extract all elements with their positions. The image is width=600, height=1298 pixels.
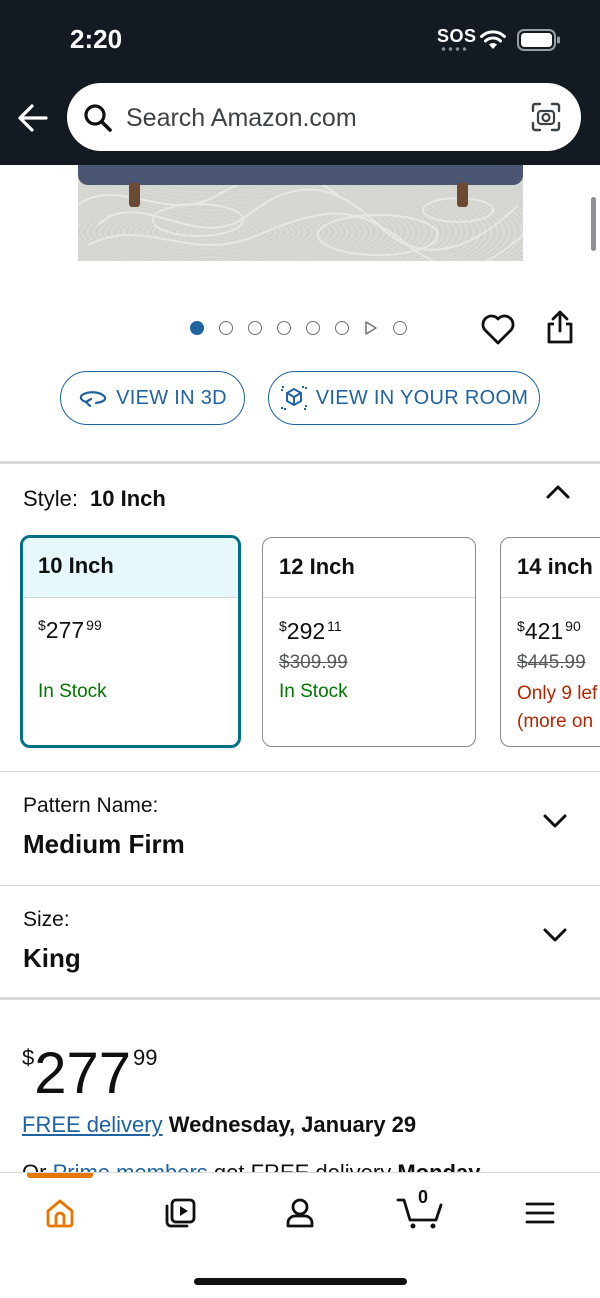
cart-count: 0	[418, 1187, 429, 1207]
ar-cube-icon	[280, 386, 307, 410]
style-label: Style:	[23, 486, 79, 511]
wifi-icon	[480, 30, 506, 49]
sofa-leg	[457, 183, 468, 207]
style-option-10-inch[interactable]: 10 Inch $277 99 In Stock	[20, 535, 241, 748]
style-option-name: 14 inch	[501, 538, 600, 598]
battery-icon	[517, 29, 560, 51]
chevron-down-icon[interactable]	[542, 813, 568, 829]
tab-account[interactable]	[270, 1191, 330, 1235]
heart-icon[interactable]	[480, 312, 516, 346]
style-option-name: 10 Inch	[23, 538, 238, 598]
view-in-3d-label: VIEW IN 3D	[116, 386, 227, 409]
pattern-label: Pattern Name:	[23, 794, 159, 817]
sofa-base	[78, 165, 523, 185]
style-selector-heading: Style: 10 Inch	[23, 486, 166, 512]
image-carousel-dots[interactable]	[190, 318, 407, 338]
search-placeholder: Search Amazon.com	[126, 104, 357, 132]
video-play-icon[interactable]	[364, 320, 378, 336]
home-indicator[interactable]	[194, 1278, 407, 1285]
app-header: 2:20 SOS Search Amazon.com	[0, 0, 600, 165]
low-stock-line: (more on	[517, 711, 594, 732]
style-option-list-price: $445.99	[517, 652, 586, 673]
view-in-your-room-label: VIEW IN YOUR ROOM	[315, 386, 529, 409]
free-delivery-link[interactable]: FREE delivery	[22, 1112, 163, 1137]
rotate-3d-icon	[79, 391, 107, 408]
sofa-leg	[129, 183, 140, 207]
search-input[interactable]: Search Amazon.com	[67, 83, 581, 151]
sos-indicator: SOS	[437, 26, 477, 46]
video-icon	[165, 1198, 196, 1228]
section-divider	[0, 771, 600, 772]
account-icon	[286, 1198, 314, 1228]
prime-delivery-line: Or Prime members get FREE delivery Monda…	[22, 1158, 582, 1172]
product-price: $27799	[22, 1041, 158, 1106]
style-option-12-inch[interactable]: 12 Inch $292 11 $309.99 In Stock	[262, 537, 476, 747]
tab-video[interactable]	[150, 1191, 210, 1235]
style-option-price: $292 11	[279, 618, 342, 644]
section-divider	[0, 997, 600, 1000]
style-option-stock: In Stock	[279, 681, 348, 702]
prime-members-link[interactable]: Prime members	[53, 1160, 208, 1172]
section-divider	[0, 461, 600, 464]
chevron-down-icon[interactable]	[542, 927, 568, 943]
style-option-14-inch[interactable]: 14 inch $421 90 $445.99 Only 9 lef (more …	[500, 537, 600, 747]
camera-icon[interactable]	[531, 102, 561, 132]
status-time: 2:20	[70, 24, 123, 54]
carousel-dot[interactable]	[306, 321, 320, 335]
delivery-info: FREE delivery Wednesday, January 29	[22, 1112, 416, 1138]
size-value: King	[23, 943, 81, 973]
carousel-dot-active[interactable]	[190, 321, 204, 335]
style-option-price: $277 99	[38, 617, 102, 643]
menu-icon	[525, 1202, 555, 1224]
view-in-your-room-button[interactable]: VIEW IN YOUR ROOM	[268, 371, 540, 425]
carousel-dot[interactable]	[335, 321, 349, 335]
tab-home[interactable]	[30, 1191, 90, 1235]
chevron-up-icon[interactable]	[545, 484, 571, 500]
signal-dots	[440, 47, 468, 51]
style-option-name: 12 Inch	[263, 538, 475, 598]
share-icon[interactable]	[544, 309, 576, 345]
carousel-dot[interactable]	[277, 321, 291, 335]
scrollbar[interactable]	[591, 197, 596, 251]
style-option-price: $421 90	[517, 618, 581, 644]
view-in-3d-button[interactable]: VIEW IN 3D	[60, 371, 245, 425]
low-stock-line: Only 9 lef	[517, 683, 598, 704]
carousel-dot[interactable]	[219, 321, 233, 335]
style-option-low-stock: Only 9 lef (more on	[517, 680, 597, 736]
size-label: Size:	[23, 908, 70, 931]
delivery-date: Wednesday, January 29	[168, 1112, 417, 1137]
home-icon	[46, 1199, 74, 1228]
carousel-dot[interactable]	[248, 321, 262, 335]
style-option-stock: In Stock	[38, 681, 107, 702]
style-option-list-price: $309.99	[279, 652, 348, 673]
pattern-value: Medium Firm	[23, 829, 185, 859]
search-icon	[84, 104, 112, 132]
section-divider	[0, 885, 600, 886]
active-tab-indicator	[27, 1173, 93, 1178]
tab-menu[interactable]	[510, 1191, 570, 1235]
style-selected-value: 10 Inch	[90, 486, 166, 511]
back-arrow-icon[interactable]	[16, 100, 50, 136]
carousel-dot[interactable]	[393, 321, 407, 335]
product-image[interactable]	[78, 165, 523, 261]
